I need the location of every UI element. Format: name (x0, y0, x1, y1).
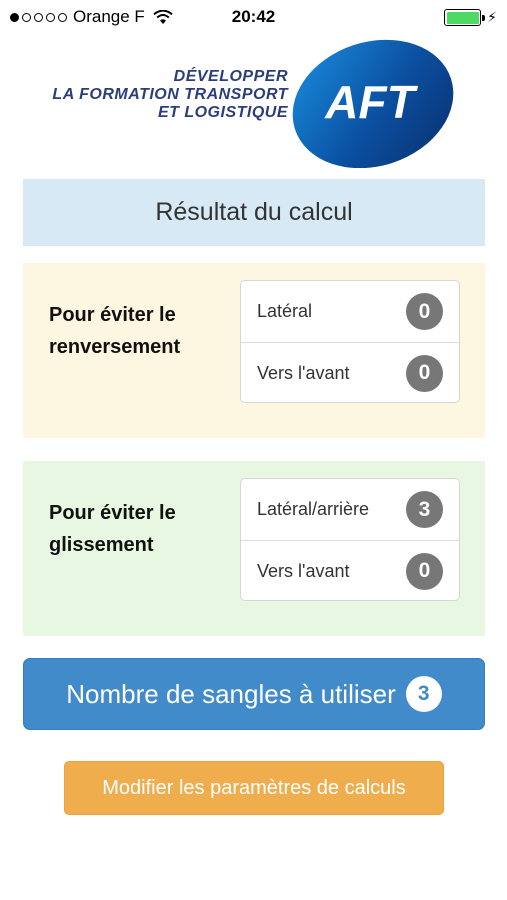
logo-line-3: ET LOGISTIQUE (157, 104, 288, 121)
slide-list: Latéral/arrière 3 Vers l'avant 0 (240, 478, 460, 601)
count-badge: 0 (406, 354, 443, 392)
status-bar: Orange F 20:42 ⚡ (0, 0, 507, 36)
battery-icon (444, 9, 486, 26)
logo-mark: AFT (324, 76, 418, 128)
slide-panel: Pour éviter le glissement Latéral/arrièr… (23, 461, 485, 636)
list-item-overturn-lateral: Latéral 0 (241, 281, 459, 342)
logo-line-1: DÉVELOPPER (173, 68, 288, 85)
total-straps-badge: 3 (405, 676, 442, 712)
battery-fill (446, 11, 479, 24)
battery-nub (482, 15, 486, 21)
list-item-label: Latéral (257, 301, 313, 321)
overturn-panel: Pour éviter le renversement Latéral 0 Ve… (23, 263, 485, 438)
clock: 20:42 (231, 7, 276, 26)
modify-parameters-button[interactable]: Modifier les paramètres de calculs (64, 761, 444, 815)
total-straps-label: Nombre de sangles à utiliser (66, 678, 396, 709)
list-item-label: Vers l'avant (257, 362, 350, 383)
logo-line-2: LA FORMATION TRANSPORT (52, 86, 288, 103)
list-item-label: Latéral/arrière (257, 499, 370, 519)
logo-emblem: AFT (292, 39, 454, 168)
status-right: ⚡ (444, 9, 497, 26)
logo-tagline: DÉVELOPPER LA FORMATION TRANSPORT ET LOG… (52, 68, 288, 122)
count-badge: 0 (406, 293, 443, 330)
list-item-slide-lateral-rear: Latéral/arrière 3 (241, 479, 459, 540)
result-header: Résultat du calcul (23, 179, 485, 246)
total-straps-button[interactable]: Nombre de sangles à utiliser 3 (23, 658, 485, 730)
list-item-label: Vers l'avant (257, 560, 350, 581)
count-badge: 3 (406, 491, 443, 528)
overturn-title: Pour éviter le renversement (49, 304, 181, 358)
charging-icon: ⚡ (487, 9, 497, 25)
overturn-list: Latéral 0 Vers l'avant 0 (240, 280, 460, 403)
aft-logo: DÉVELOPPER LA FORMATION TRANSPORT ET LOG… (36, 38, 466, 170)
list-item-slide-forward: Vers l'avant 0 (241, 540, 459, 600)
list-item-overturn-forward: Vers l'avant 0 (241, 342, 459, 402)
slide-title: Pour éviter le glissement (49, 502, 176, 556)
count-badge: 0 (406, 552, 443, 590)
